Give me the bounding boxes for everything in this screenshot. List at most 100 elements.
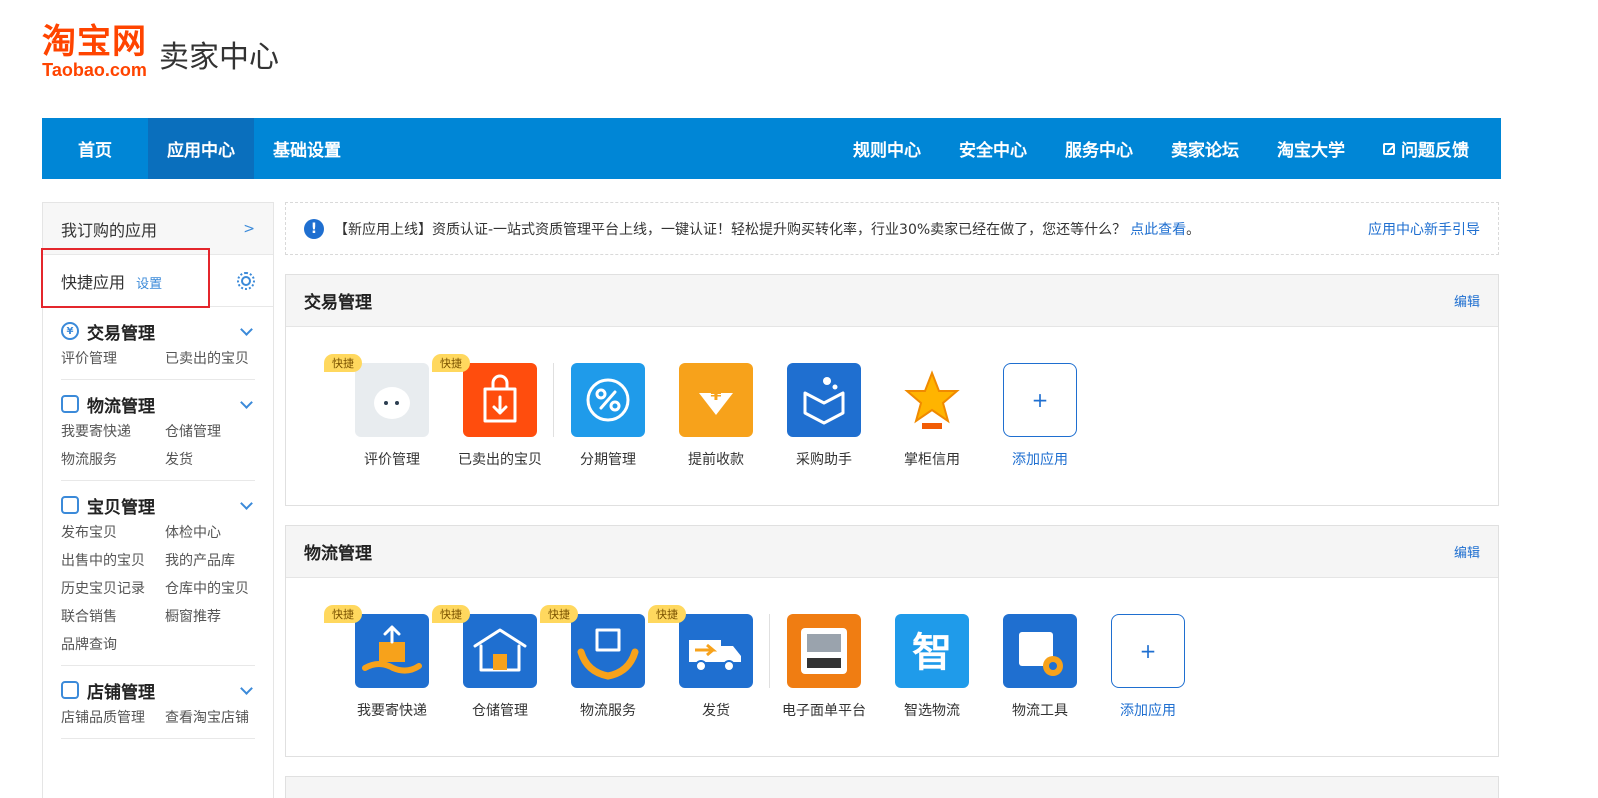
sidebar-my-apps-label: 我订购的应用 (61, 220, 158, 240)
nav-rules[interactable]: 规则中心 (834, 118, 940, 179)
star-trophy-icon[interactable] (895, 363, 969, 437)
sidebar-group-header[interactable]: ¥ 交易管理 (61, 319, 255, 344)
review-icon[interactable] (355, 363, 429, 437)
sidebar-link[interactable]: 体检中心 (165, 523, 255, 543)
nav-right: 规则中心 安全中心 服务中心 卖家论坛 淘宝大学 问题反馈 (834, 118, 1501, 179)
nav-feedback[interactable]: 问题反馈 (1364, 118, 1501, 179)
nav-home[interactable]: 首页 (42, 118, 148, 179)
box-gear-icon[interactable] (1003, 614, 1077, 688)
panel-header: 物流管理 编辑 (286, 526, 1498, 578)
nav-left: 首页 应用中心 基础设置 (42, 118, 360, 179)
app-smart-logistics[interactable]: 智智选物流 (878, 614, 986, 756)
plus-icon[interactable]: + (1111, 614, 1185, 688)
nav-app-center[interactable]: 应用中心 (148, 118, 254, 179)
sidebar-quick-apps: 快捷应用 设置 (43, 255, 273, 307)
sidebar-link[interactable]: 仓储管理 (165, 422, 255, 442)
app-label: 智选物流 (904, 703, 960, 719)
shop-icon (61, 681, 79, 699)
sidebar-group: 店铺管理店铺品质管理 查看淘宝店铺 (61, 666, 255, 739)
sidebar-link[interactable]: 店铺品质管理 (61, 708, 165, 728)
sold-bag-icon[interactable] (463, 363, 537, 437)
sidebar-my-apps[interactable]: 我订购的应用 > (43, 203, 273, 255)
quick-apps-settings-link[interactable]: 设置 (136, 277, 162, 292)
sidebar-link[interactable]: 发布宝贝 (61, 523, 165, 543)
warehouse-icon[interactable] (463, 614, 537, 688)
app-grid: 快捷 我要寄快递 快捷 仓储管理 快捷 物流服务 快捷 发货 电子面单平台智智选物流 物流工具 + 添… (286, 578, 1498, 756)
sidebar-link[interactable]: 历史宝贝记录 (61, 579, 165, 599)
app-printer[interactable]: 电子面单平台 (770, 614, 878, 756)
quick-badge: 快捷 (540, 605, 578, 623)
plus-icon[interactable]: + (1003, 363, 1077, 437)
sidebar-link[interactable]: 评价管理 (61, 349, 165, 369)
app-hands-box[interactable]: 快捷物流服务 (540, 605, 662, 756)
app-yen-down[interactable]: ¥ 提前收款 (662, 363, 770, 505)
sidebar-group-title: 店铺管理 (61, 678, 155, 703)
quick-badge: 快捷 (324, 354, 362, 372)
app-purchase-box[interactable]: 采购助手 (770, 363, 878, 505)
sidebar-group-label: 店铺管理 (87, 682, 155, 703)
truck-icon (61, 395, 79, 413)
panel-header: 交易管理 编辑 (286, 275, 1498, 327)
app-sold-bag[interactable]: 快捷 已卖出的宝贝 (432, 354, 554, 505)
nav-security[interactable]: 安全中心 (940, 118, 1046, 179)
sidebar-link[interactable]: 已卖出的宝贝 (165, 349, 255, 369)
app-grid: 快捷 评价管理 快捷 已卖出的宝贝 分期管理 ¥ 提前收款 采购助手 掌柜信用 + 添加应用 (286, 327, 1498, 505)
edit-link[interactable]: 编辑 (1454, 291, 1480, 310)
bag-icon (61, 496, 79, 514)
sidebar-group-links: 我要寄快递 仓储管理 物流服务 发货 (61, 422, 255, 470)
app-delivery-truck[interactable]: 快捷 发货 (648, 605, 770, 756)
hands-box-icon[interactable] (571, 614, 645, 688)
app-plus[interactable]: + 添加应用 (1094, 614, 1202, 756)
percent-icon[interactable] (571, 363, 645, 437)
nav-basic-settings[interactable]: 基础设置 (254, 118, 360, 179)
send-parcel-icon[interactable] (355, 614, 429, 688)
delivery-truck-icon[interactable] (679, 614, 753, 688)
app-percent[interactable]: 分期管理 (554, 363, 662, 505)
app-plus[interactable]: + 添加应用 (986, 363, 1094, 505)
app-warehouse[interactable]: 快捷 仓储管理 (432, 605, 554, 756)
purchase-box-icon[interactable] (787, 363, 861, 437)
nav-university[interactable]: 淘宝大学 (1258, 118, 1364, 179)
svg-text:智: 智 (912, 630, 952, 676)
sidebar-link[interactable]: 仓库中的宝贝 (165, 579, 255, 599)
quick-badge: 快捷 (324, 605, 362, 623)
sidebar-link[interactable]: 我的产品库 (165, 551, 255, 571)
sidebar-link[interactable]: 品牌查询 (61, 635, 165, 655)
edit-icon (1383, 142, 1395, 155)
sidebar-group-links: 评价管理 已卖出的宝贝 (61, 349, 255, 369)
sidebar-group-header[interactable]: 宝贝管理 (61, 493, 255, 518)
sidebar-link[interactable]: 物流服务 (61, 450, 165, 470)
sidebar-link[interactable]: 联合销售 (61, 607, 165, 627)
taobao-logo[interactable]: 淘宝网 Taobao.com (42, 24, 147, 80)
app-box-gear[interactable]: 物流工具 (986, 614, 1094, 756)
panel-header (286, 777, 1498, 798)
chevron-down-icon[interactable] (240, 322, 253, 336)
sidebar-link[interactable]: 出售中的宝贝 (61, 551, 165, 571)
app-review[interactable]: 快捷 评价管理 (324, 354, 446, 505)
sidebar-link[interactable]: 橱窗推荐 (165, 607, 255, 627)
app-send-parcel[interactable]: 快捷 我要寄快递 (324, 605, 446, 756)
edit-link[interactable]: 编辑 (1454, 542, 1480, 561)
new-user-guide-link[interactable]: 应用中心新手引导 (1368, 219, 1480, 239)
printer-icon[interactable] (787, 614, 861, 688)
app-label: 添加应用 (1012, 452, 1068, 468)
chevron-down-icon[interactable] (240, 681, 253, 695)
nav-feedback-label: 问题反馈 (1401, 141, 1469, 161)
gear-icon[interactable] (237, 271, 255, 290)
app-star-trophy[interactable]: 掌柜信用 (878, 363, 986, 505)
chevron-down-icon[interactable] (240, 395, 253, 409)
sidebar-group-header[interactable]: 物流管理 (61, 392, 255, 417)
app-label: 物流工具 (1012, 703, 1068, 719)
sidebar-link[interactable]: 发货 (165, 450, 255, 470)
sidebar-link[interactable]: 查看淘宝店铺 (165, 708, 255, 728)
sidebar-group-header[interactable]: 店铺管理 (61, 678, 255, 703)
app-label: 物流服务 (580, 703, 636, 719)
smart-logistics-icon[interactable]: 智 (895, 614, 969, 688)
nav-forum[interactable]: 卖家论坛 (1152, 118, 1258, 179)
sidebar-link[interactable]: 我要寄快递 (61, 422, 165, 442)
notice-link[interactable]: 点此查看 (1130, 219, 1186, 239)
yen-down-icon[interactable]: ¥ (679, 363, 753, 437)
chevron-down-icon[interactable] (240, 496, 253, 510)
nav-service[interactable]: 服务中心 (1046, 118, 1152, 179)
logo-en: Taobao.com (42, 60, 147, 80)
